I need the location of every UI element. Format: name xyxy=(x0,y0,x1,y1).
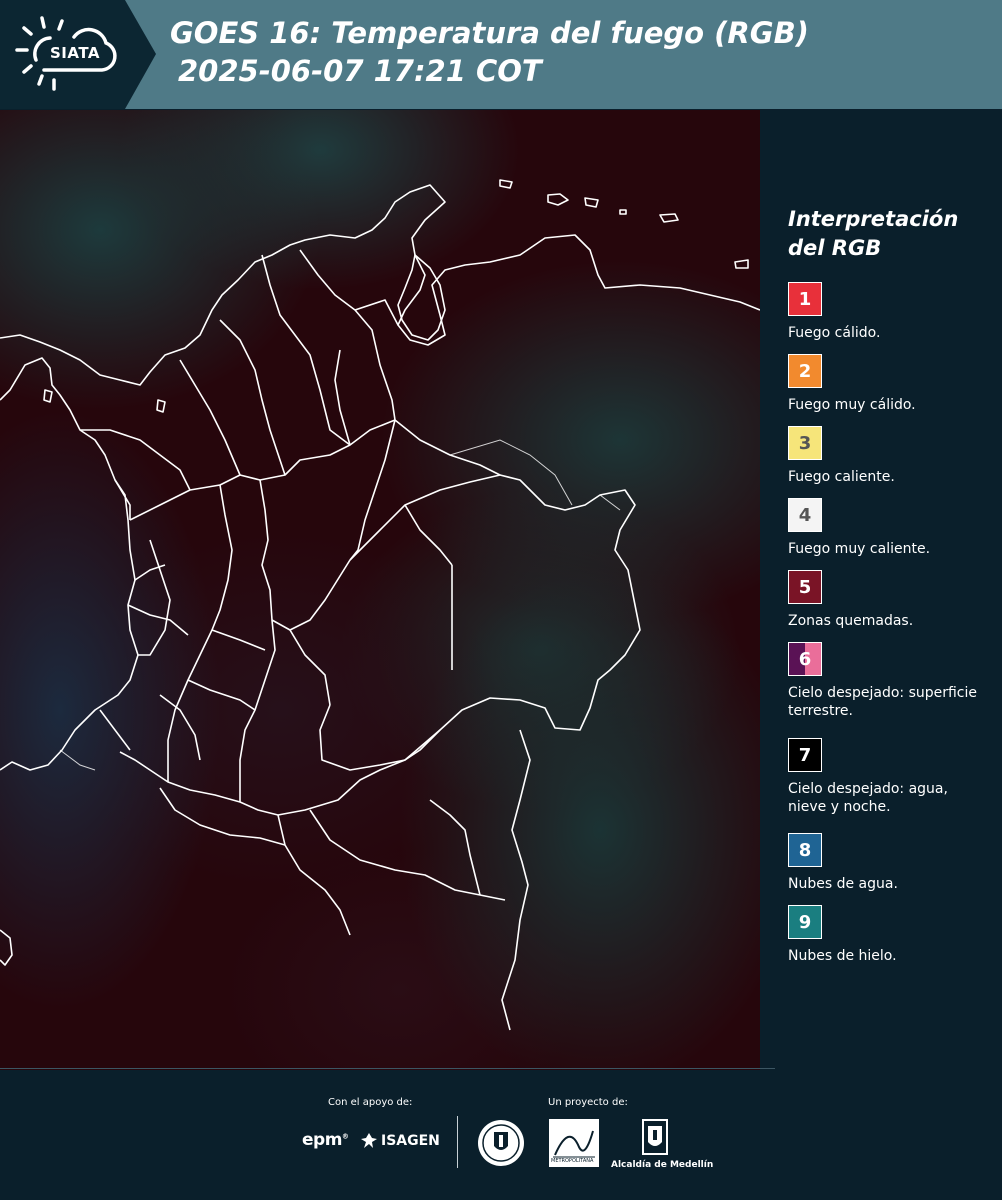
legend-number-9: 9 xyxy=(798,911,812,933)
footer-divider xyxy=(0,1068,775,1069)
legend-swatch-6: 6 xyxy=(788,642,822,676)
project-label: Un proyecto de: xyxy=(548,1097,628,1108)
legend-swatch-8: 8 xyxy=(788,833,822,867)
legend-item-1: 1 Fuego cálido. xyxy=(788,282,988,342)
legend-label-5: Zonas quemadas. xyxy=(788,613,914,629)
legend-number-6: 6 xyxy=(798,648,812,670)
legend-number-4: 4 xyxy=(798,504,812,526)
legend-item-2: 2 Fuego muy cálido. xyxy=(788,354,988,414)
legend-item-9: 9 Nubes de hielo. xyxy=(788,905,988,965)
university-seal-icon[interactable] xyxy=(476,1118,526,1168)
legend-title: Interpretación del RGB xyxy=(788,205,988,263)
legend-label-3: Fuego caliente. xyxy=(788,469,895,485)
legend-item-8: 8 Nubes de agua. xyxy=(788,833,988,893)
legend-label-9: Nubes de hielo. xyxy=(788,948,897,964)
legend-number-1: 1 xyxy=(798,288,812,310)
legend-panel: Interpretación del RGB 1 Fuego cálido. 2… xyxy=(788,205,988,964)
legend-item-4: 4 Fuego muy caliente. xyxy=(788,498,988,558)
legend-number-7: 7 xyxy=(798,744,812,766)
legend-swatch-3: 3 xyxy=(788,426,822,460)
legend-swatch-5: 5 xyxy=(788,570,822,604)
legend-swatch-7: 7 xyxy=(788,738,822,772)
header-bar: SIATA GOES 16: Temperatura del fuego (RG… xyxy=(0,0,1002,109)
title-line-1: GOES 16: Temperatura del fuego (RGB) xyxy=(170,16,809,50)
legend-label-2: Fuego muy cálido. xyxy=(788,397,916,413)
legend-item-7: 7 Cielo despejado: agua, nieve y noche. xyxy=(788,738,988,816)
satellite-map[interactable] xyxy=(0,110,760,1070)
legend-label-1: Fuego cálido. xyxy=(788,325,881,341)
legend-number-5: 5 xyxy=(798,576,812,598)
legend-item-5: 5 Zonas quemadas. xyxy=(788,570,988,630)
support-label: Con el apoyo de: xyxy=(328,1097,413,1108)
legend-swatch-1: 1 xyxy=(788,282,822,316)
footer-vertical-divider xyxy=(457,1116,458,1168)
epm-logo[interactable]: epm® xyxy=(302,1130,349,1150)
legend-item-6: 6 Cielo despejado: superficie terrestre. xyxy=(788,642,988,720)
legend-item-3: 3 Fuego caliente. xyxy=(788,426,988,486)
siata-logo[interactable]: SIATA xyxy=(0,0,156,109)
area-metropolitana-text: METROPOLITANA xyxy=(551,1158,594,1164)
colombia-boundaries xyxy=(0,179,760,1031)
legend-number-2: 2 xyxy=(798,360,812,382)
isagen-text: ISAGEN xyxy=(381,1133,440,1149)
logo-text: SIATA xyxy=(50,44,101,62)
medellin-shield-icon[interactable] xyxy=(641,1118,669,1158)
isagen-logo[interactable]: ISAGEN xyxy=(360,1132,440,1150)
legend-label-8: Nubes de agua. xyxy=(788,876,898,892)
legend-swatch-4: 4 xyxy=(788,498,822,532)
epm-text: epm xyxy=(302,1130,342,1150)
legend-label-7: Cielo despejado: agua, nieve y noche. xyxy=(788,781,948,815)
legend-swatch-2: 2 xyxy=(788,354,822,388)
page-title: GOES 16: Temperatura del fuego (RGB) 202… xyxy=(170,14,809,90)
legend-swatch-9: 9 xyxy=(788,905,822,939)
isagen-icon xyxy=(361,1133,377,1148)
legend-label-6: Cielo despejado: superficie terrestre. xyxy=(788,685,978,719)
legend-number-8: 8 xyxy=(798,839,812,861)
title-line-2: 2025-06-07 17:21 COT xyxy=(178,54,542,88)
legend-label-4: Fuego muy caliente. xyxy=(788,541,931,557)
legend-title-line-1: Interpretación xyxy=(788,207,959,231)
legend-title-line-2: del RGB xyxy=(788,236,882,260)
area-metropolitana-logo[interactable]: METROPOLITANA xyxy=(549,1119,599,1167)
medellin-label: Alcaldía de Medellín xyxy=(611,1160,714,1170)
legend-number-3: 3 xyxy=(798,432,812,454)
